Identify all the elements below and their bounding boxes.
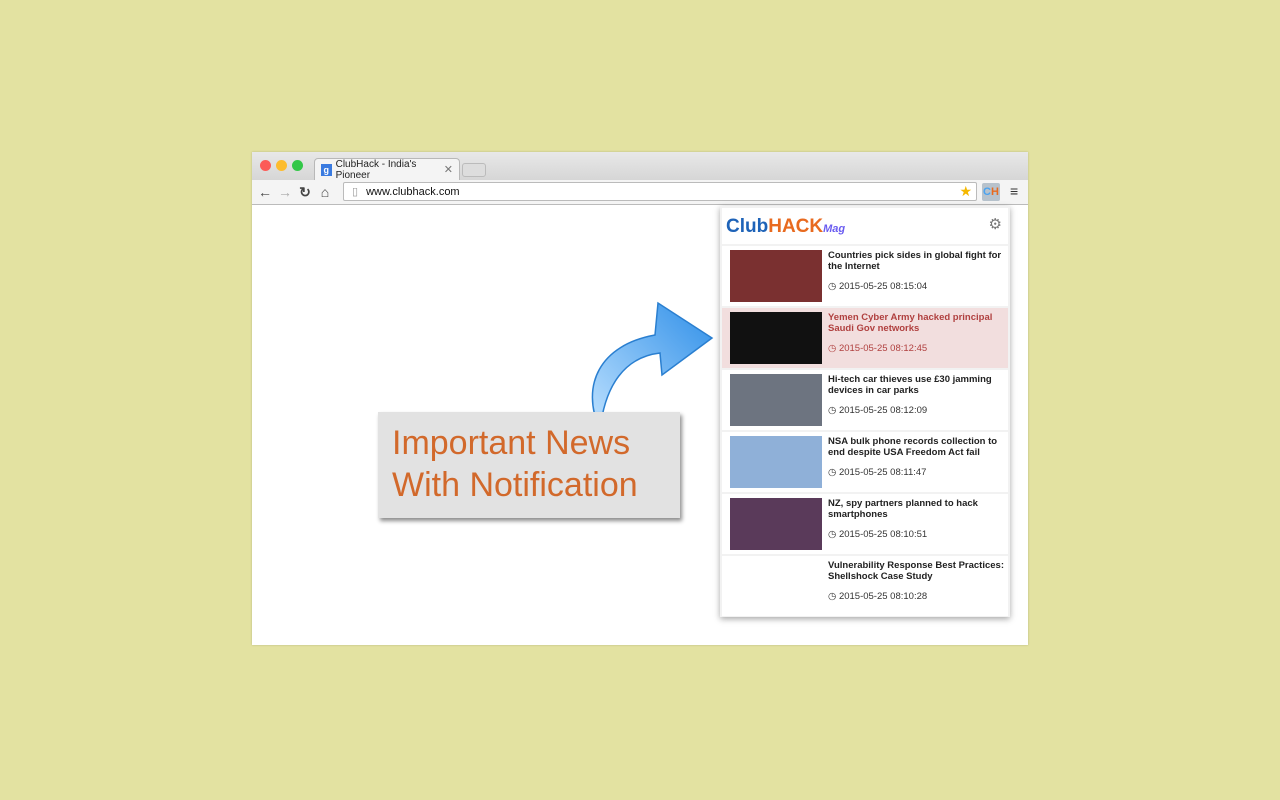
news-item[interactable]: Vulnerability Response Best Practices: S… xyxy=(722,556,1008,616)
clubhack-mag-logo: ClubHACKMag xyxy=(726,216,846,237)
clock-icon: ◷ xyxy=(828,281,839,292)
timestamp-text: 2015-05-25 08:12:09 xyxy=(838,405,928,416)
news-thumbnail[interactable] xyxy=(730,436,822,488)
forward-icon[interactable]: → xyxy=(275,184,295,200)
clubhack-extension-button[interactable]: CH xyxy=(982,183,1000,201)
news-thumbnail[interactable] xyxy=(730,498,822,550)
clock-icon: ◷ xyxy=(828,591,839,602)
news-timestamp: ◷ 2015-05-25 08:11:47 xyxy=(828,467,926,478)
new-tab-button[interactable] xyxy=(462,163,486,177)
google-favicon-icon: g xyxy=(321,163,332,176)
timestamp-text: 2015-05-25 08:10:51 xyxy=(838,529,928,540)
news-title[interactable]: Vulnerability Response Best Practices: S… xyxy=(828,560,1004,582)
news-timestamp: ◷ 2015-05-25 08:12:45 xyxy=(828,343,927,354)
page-icon: ▯ xyxy=(352,186,359,198)
news-timestamp: ◷ 2015-05-25 08:15:04 xyxy=(828,281,927,292)
clock-icon: ◷ xyxy=(828,529,839,540)
clock-icon: ◷ xyxy=(828,343,839,354)
tab-clubhack[interactable]: g ClubHack - India's Pioneer ✕ xyxy=(314,158,460,181)
timestamp-text: 2015-05-25 08:11:47 xyxy=(838,467,927,478)
news-title[interactable]: NSA bulk phone records collection to end… xyxy=(828,436,1004,458)
news-thumbnail[interactable] xyxy=(730,560,822,612)
news-title[interactable]: Hi-tech car thieves use £30 jamming devi… xyxy=(828,374,1004,396)
news-title[interactable]: Countries pick sides in global fight for… xyxy=(828,250,1004,272)
callout-box: Important News With Notification xyxy=(378,412,680,518)
callout-line-1: Important News xyxy=(392,424,631,462)
news-timestamp: ◷ 2015-05-25 08:10:51 xyxy=(828,529,927,540)
reload-icon[interactable]: ↻ xyxy=(295,184,315,201)
tab-bar: g ClubHack - India's Pioneer ✕ xyxy=(252,152,1028,181)
timestamp-text: 2015-05-25 08:10:28 xyxy=(838,591,928,602)
news-item[interactable]: Hi-tech car thieves use £30 jamming devi… xyxy=(722,370,1008,430)
timestamp-text: 2015-05-25 08:12:45 xyxy=(838,343,928,354)
close-tab-icon[interactable]: ✕ xyxy=(444,163,453,176)
back-icon[interactable]: ← xyxy=(255,184,275,200)
bookmark-star-icon[interactable]: ★ xyxy=(959,183,972,200)
tab-title: ClubHack - India's Pioneer xyxy=(335,158,417,181)
toolbar: ← → ↻ ⌂ ▯ www.clubhack.com ★ CH ≡ xyxy=(252,180,1028,205)
news-timestamp: ◷ 2015-05-25 08:10:28 xyxy=(828,591,927,602)
minimize-window-button[interactable] xyxy=(276,160,287,171)
url-text: www.clubhack.com xyxy=(366,185,460,198)
news-item[interactable]: NSA bulk phone records collection to end… xyxy=(722,432,1008,492)
menu-icon[interactable]: ≡ xyxy=(1010,183,1018,199)
news-list: Countries pick sides in global fight for… xyxy=(720,246,1010,616)
news-thumbnail[interactable] xyxy=(730,250,822,302)
news-timestamp: ◷ 2015-05-25 08:12:09 xyxy=(828,405,927,416)
settings-gear-icon[interactable]: ⚙ xyxy=(989,215,1002,233)
news-thumbnail[interactable] xyxy=(730,374,822,426)
news-title[interactable]: NZ, spy partners planned to hack smartph… xyxy=(828,498,1004,520)
timestamp-text: 2015-05-25 08:15:04 xyxy=(838,281,928,292)
callout-line-2: With Notification xyxy=(392,466,638,504)
clock-icon: ◷ xyxy=(828,467,839,478)
address-bar[interactable]: ▯ www.clubhack.com ★ xyxy=(343,182,977,201)
extension-popup: ClubHACKMag ⚙ Countries pick sides in gl… xyxy=(720,206,1010,617)
close-window-button[interactable] xyxy=(260,160,271,171)
home-icon[interactable]: ⌂ xyxy=(315,184,335,200)
news-item[interactable]: Yemen Cyber Army hacked principal Saudi … xyxy=(722,308,1008,368)
popup-header: ClubHACKMag ⚙ xyxy=(722,208,1008,244)
news-item[interactable]: NZ, spy partners planned to hack smartph… xyxy=(722,494,1008,554)
maximize-window-button[interactable] xyxy=(292,160,303,171)
news-item[interactable]: Countries pick sides in global fight for… xyxy=(722,246,1008,306)
news-title[interactable]: Yemen Cyber Army hacked principal Saudi … xyxy=(828,312,1004,334)
news-thumbnail[interactable] xyxy=(730,312,822,364)
clock-icon: ◷ xyxy=(828,405,839,416)
